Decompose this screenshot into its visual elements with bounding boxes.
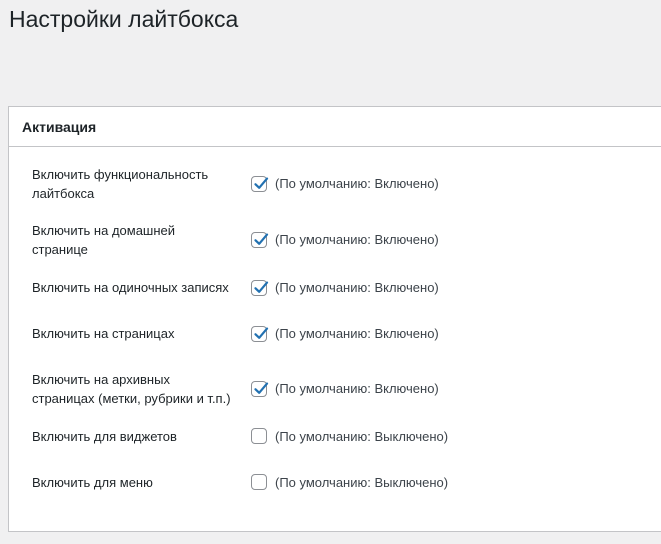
panel-title: Активация — [22, 119, 97, 135]
setting-default-note: (По умолчанию: Включено) — [275, 176, 439, 191]
page-title: Настройки лайтбокса — [9, 6, 239, 32]
checkmark-icon — [254, 233, 269, 245]
enable-pages-checkbox[interactable] — [251, 326, 269, 342]
checkmark-icon — [254, 281, 269, 293]
setting-default-note: (По умолчанию: Выключено) — [275, 475, 449, 490]
setting-default-note: (По умолчанию: Выключено) — [275, 429, 449, 444]
setting-default-note: (По умолчанию: Включено) — [275, 280, 439, 295]
enable-lightbox-checkbox[interactable] — [251, 176, 269, 192]
enable-menu-checkbox[interactable] — [251, 474, 267, 490]
setting-label: Включить на страницах — [32, 326, 175, 341]
setting-label: Включить на домашней странице — [32, 223, 176, 257]
setting-label: Включить на одиночных записях — [32, 280, 229, 295]
checkmark-icon — [254, 327, 269, 339]
checkmark-icon — [254, 382, 269, 394]
enable-single-posts-checkbox[interactable] — [251, 280, 269, 296]
setting-default-note: (По умолчанию: Включено) — [275, 326, 439, 341]
panel-header: Активация — [9, 107, 661, 147]
setting-default-note: (По умолчанию: Включено) — [275, 381, 439, 396]
enable-archive-pages-checkbox[interactable] — [251, 381, 269, 397]
setting-label: Включить для виджетов — [32, 429, 177, 444]
checkmark-icon — [254, 177, 269, 189]
setting-label: Включить на архивных страницах (метки, р… — [32, 372, 231, 406]
setting-label: Включить функциональность лайтбокса — [32, 167, 209, 201]
enable-home-page-checkbox[interactable] — [251, 232, 269, 248]
setting-default-note: (По умолчанию: Включено) — [275, 232, 439, 247]
setting-label: Включить для меню — [32, 475, 153, 490]
activation-panel: Активация Включить функциональность лайт… — [8, 106, 661, 532]
enable-widgets-checkbox[interactable] — [251, 428, 267, 444]
